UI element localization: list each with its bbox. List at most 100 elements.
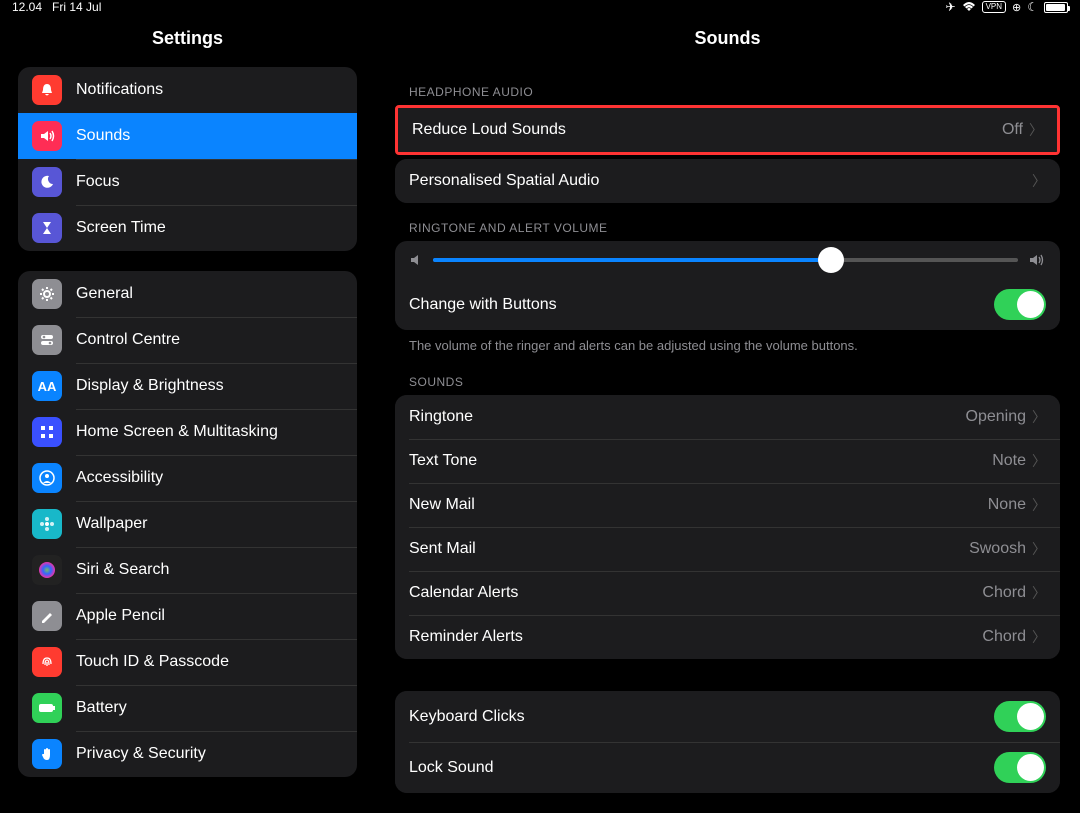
row-label: Ringtone [409,408,966,426]
sidebar-item-accessibility[interactable]: Accessibility [18,455,357,501]
volume-slider-row [395,241,1060,279]
sidebar-item-label: Accessibility [76,469,343,487]
sidebar-item-label: Privacy & Security [76,745,343,763]
sidebar-item-touch-id-passcode[interactable]: Touch ID & Passcode [18,639,357,685]
vpn-icon: VPN [982,1,1006,13]
sidebar-item-battery[interactable]: Battery [18,685,357,731]
toggles-icon [32,325,62,355]
row-lock-sound: Lock Sound [395,742,1060,793]
status-right: ✈ VPN ⊕ ☾ [946,0,1069,14]
detail-pane: Sounds HEADPHONE AUDIO Reduce Loud Sound… [375,14,1080,813]
toggle-keyboard-clicks[interactable] [994,701,1046,732]
chevron-right-icon: 〉 [1032,627,1046,647]
row-label: Change with Buttons [409,296,994,314]
sidebar-item-label: Display & Brightness [76,377,343,395]
chevron-right-icon: 〉 [1032,583,1046,603]
sidebar-item-screen-time[interactable]: Screen Time [18,205,357,251]
flower-icon [32,509,62,539]
sidebar-item-label: Focus [76,173,343,191]
sidebar-item-apple-pencil[interactable]: Apple Pencil [18,593,357,639]
sidebar-item-general[interactable]: General [18,271,357,317]
sidebar-title: Settings [0,14,375,67]
chevron-right-icon: 〉 [1029,120,1043,140]
hourglass-icon [32,213,62,243]
row-label: Reminder Alerts [409,628,982,646]
siri-icon [32,555,62,585]
row-value: Note [992,452,1026,470]
fingerprint-icon [32,647,62,677]
sidebar-item-display-brightness[interactable]: AA Display & Brightness [18,363,357,409]
row-value: Swoosh [969,540,1026,558]
orientation-lock-icon: ⊕ [1012,1,1021,14]
sidebar-item-label: Siri & Search [76,561,343,579]
row-calendar-alerts[interactable]: Calendar AlertsChord 〉 [395,571,1060,615]
row-label: Reduce Loud Sounds [412,121,1002,139]
sidebar-item-control-centre[interactable]: Control Centre [18,317,357,363]
sidebar-item-siri-search[interactable]: Siri & Search [18,547,357,593]
sidebar-item-label: General [76,285,343,303]
row-spatial-audio[interactable]: Personalised Spatial Audio 〉 [395,159,1060,203]
speaker-icon [32,121,62,151]
status-date: Fri 14 Jul [52,0,101,14]
grid-icon [32,417,62,447]
row-value: None [988,496,1026,514]
sidebar-item-notifications[interactable]: Notifications [18,67,357,113]
moon-icon [32,167,62,197]
sidebar-item-label: Battery [76,699,343,717]
sidebar-item-label: Apple Pencil [76,607,343,625]
row-label: Sent Mail [409,540,969,558]
sidebar-item-home-screen-multitasking[interactable]: Home Screen & Multitasking [18,409,357,455]
bell-icon [32,75,62,105]
dnd-moon-icon: ☾ [1027,0,1038,14]
speaker-min-icon [409,253,423,267]
row-label: Personalised Spatial Audio [409,172,1032,190]
sidebar-item-label: Screen Time [76,219,343,237]
slider-thumb[interactable] [818,247,844,273]
sidebar-item-label: Notifications [76,81,343,99]
toggle-change-with-buttons[interactable] [994,289,1046,320]
chevron-right-icon: 〉 [1032,495,1046,515]
airplane-icon: ✈ [946,0,956,14]
sidebar-item-wallpaper[interactable]: Wallpaper [18,501,357,547]
row-value: Off [1002,121,1023,139]
sidebar-item-label: Control Centre [76,331,343,349]
aa-icon: AA [32,371,62,401]
sidebar: Settings Notifications Sounds Focus Screen … [0,14,375,813]
sidebar-item-privacy-security[interactable]: Privacy & Security [18,731,357,777]
hand-icon [32,739,62,769]
row-change-with-buttons: Change with Buttons [395,279,1060,330]
sidebar-item-sounds[interactable]: Sounds [18,113,357,159]
row-reminder-alerts[interactable]: Reminder AlertsChord〉 [395,615,1060,659]
row-value: Opening [966,408,1027,426]
sidebar-item-focus[interactable]: Focus [18,159,357,205]
section-header-headphone: HEADPHONE AUDIO [395,67,1060,105]
volume-slider[interactable] [433,258,1018,262]
chevron-right-icon: 〉 [1032,407,1046,427]
chevron-right-icon: 〉 [1032,451,1046,471]
section-footer: The volume of the ringer and alerts can … [395,330,1060,357]
status-time: 12.04 [12,0,42,14]
status-bar: 12.04 Fri 14 Jul ✈ VPN ⊕ ☾ [0,0,1080,14]
sidebar-item-label: Home Screen & Multitasking [76,423,343,441]
row-label: Lock Sound [409,759,994,777]
battery-icon [32,693,62,723]
row-text-tone[interactable]: Text ToneNote 〉 [395,439,1060,483]
row-label: Keyboard Clicks [409,708,994,726]
pencil-icon [32,601,62,631]
row-label: New Mail [409,496,988,514]
sidebar-item-label: Touch ID & Passcode [76,653,343,671]
row-reduce-loud-sounds[interactable]: Reduce Loud Sounds Off 〉 [395,105,1060,155]
row-label: Calendar Alerts [409,584,982,602]
person-icon [32,463,62,493]
toggle-lock-sound[interactable] [994,752,1046,783]
sidebar-item-label: Sounds [76,127,343,145]
row-value: Chord [982,584,1026,602]
row-ringtone[interactable]: RingtoneOpening 〉 [395,395,1060,439]
chevron-right-icon: 〉 [1032,539,1046,559]
row-new-mail[interactable]: New MailNone 〉 [395,483,1060,527]
speaker-max-icon [1028,253,1046,267]
slider-fill [433,258,831,262]
row-label: Text Tone [409,452,992,470]
row-sent-mail[interactable]: Sent MailSwoosh 〉 [395,527,1060,571]
row-keyboard-clicks: Keyboard Clicks [395,691,1060,742]
